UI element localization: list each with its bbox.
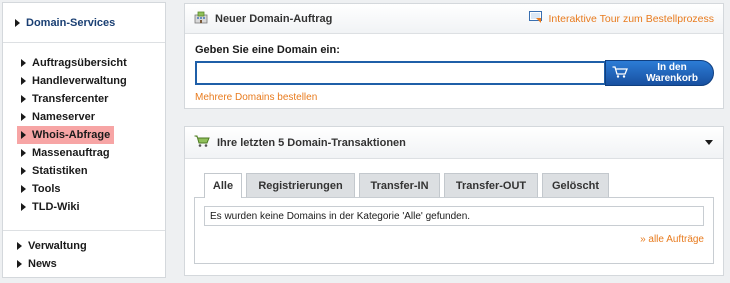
sidebar-item-handleverwaltung[interactable]: Handleverwaltung [3, 72, 165, 90]
multiple-domains-link[interactable]: Mehrere Domains bestellen [195, 92, 317, 103]
tab-geloescht[interactable]: Gelöscht [542, 173, 609, 197]
sidebar-header-label: Domain-Services [26, 16, 116, 29]
arrow-right-icon [21, 131, 26, 139]
sidebar-item-news[interactable]: News [3, 255, 165, 273]
arrow-right-icon [17, 242, 22, 250]
sidebar-item-whois-abfrage[interactable]: Whois-Abfrage [17, 126, 114, 144]
sidebar-item-nameserver[interactable]: Nameserver [3, 108, 165, 126]
domain-input-row: In den Warenkorb [195, 60, 715, 86]
add-to-cart-label: In den Warenkorb [646, 62, 698, 84]
domain-input-label: Geben Sie eine Domain ein: [195, 44, 340, 56]
sidebar-item-label: Handleverwaltung [32, 75, 127, 87]
sidebar-divider [3, 230, 165, 231]
arrow-right-icon [21, 203, 26, 211]
sidebar-nav: Auftragsübersicht Handleverwaltung Trans… [3, 43, 165, 216]
transactions-panel: Ihre letzten 5 Domain-Transaktionen Alle… [184, 126, 724, 276]
empty-notice: Es wurden keine Domains in der Kategorie… [204, 206, 704, 226]
building-icon [194, 10, 208, 27]
cart-transactions-icon [194, 134, 210, 151]
interactive-tour-link[interactable]: Interaktive Tour zum Bestellprozess [529, 10, 714, 27]
new-domain-order-panel: Neuer Domain-Auftrag Interaktive Tour zu… [184, 3, 724, 109]
arrow-right-icon [21, 59, 26, 67]
sidebar-item-verwaltung[interactable]: Verwaltung [3, 237, 165, 255]
arrow-right-icon [21, 77, 26, 85]
arrow-right-icon [21, 167, 26, 175]
add-to-cart-button[interactable]: In den Warenkorb [605, 60, 714, 86]
arrow-right-icon [21, 95, 26, 103]
sidebar-item-label: TLD-Wiki [32, 201, 80, 213]
sidebar-item-label: Transfercenter [32, 93, 109, 105]
sidebar-item-label: Tools [32, 183, 61, 195]
sidebar-item-auftragsuebersicht[interactable]: Auftragsübersicht [3, 54, 165, 72]
sidebar-header[interactable]: Domain-Services [3, 3, 165, 43]
sidebar-item-label: Massenauftrag [32, 147, 110, 159]
sidebar-item-label: Auftragsübersicht [32, 57, 127, 69]
transactions-body: Alle Registrierungen Transfer-IN Transfe… [185, 159, 723, 264]
tab-registrierungen[interactable]: Registrierungen [246, 173, 355, 197]
caret-down-icon[interactable] [705, 140, 713, 145]
tab-content: Es wurden keine Domains in der Kategorie… [194, 198, 714, 264]
panel-title: Ihre letzten 5 Domain-Transaktionen [217, 136, 406, 149]
sidebar-item-massenauftrag[interactable]: Massenauftrag [3, 144, 165, 162]
arrow-right-icon [21, 113, 26, 121]
domain-input[interactable] [195, 61, 606, 85]
sidebar-item-label: News [28, 258, 57, 270]
tab-transfer-out[interactable]: Transfer-OUT [444, 173, 538, 197]
transaction-tabs: Alle Registrierungen Transfer-IN Transfe… [194, 173, 714, 198]
sidebar-item-transfercenter[interactable]: Transfercenter [3, 90, 165, 108]
interactive-tour-label: Interaktive Tour zum Bestellprozess [548, 12, 714, 25]
sidebar-item-label: Statistiken [32, 165, 88, 177]
sidebar-item-label: Nameserver [32, 111, 95, 123]
arrow-right-icon [21, 149, 26, 157]
sidebar-nav-secondary: Verwaltung News [3, 237, 165, 273]
sidebar-item-statistiken[interactable]: Statistiken [3, 162, 165, 180]
cart-icon [612, 65, 631, 81]
transactions-header[interactable]: Ihre letzten 5 Domain-Transaktionen [185, 127, 723, 159]
sidebar-item-tools[interactable]: Tools [3, 180, 165, 198]
arrow-right-icon [21, 185, 26, 193]
tab-transfer-in[interactable]: Transfer-IN [359, 173, 440, 197]
tab-alle[interactable]: Alle [204, 173, 242, 198]
sidebar-item-tld-wiki[interactable]: TLD-Wiki [3, 198, 165, 216]
panel-title: Neuer Domain-Auftrag [215, 12, 333, 25]
arrow-right-icon [15, 18, 20, 27]
presentation-icon [529, 10, 548, 27]
new-domain-order-body: Geben Sie eine Domain ein: In den Warenk… [185, 34, 723, 103]
sidebar-item-label: Whois-Abfrage [32, 129, 111, 141]
sidebar: Domain-Services Auftragsübersicht Handle… [2, 2, 166, 278]
sidebar-item-label: Verwaltung [28, 240, 87, 252]
all-orders-link[interactable]: » alle Aufträge [204, 234, 704, 245]
new-domain-order-header: Neuer Domain-Auftrag Interaktive Tour zu… [185, 4, 723, 34]
arrow-right-icon [17, 260, 22, 268]
